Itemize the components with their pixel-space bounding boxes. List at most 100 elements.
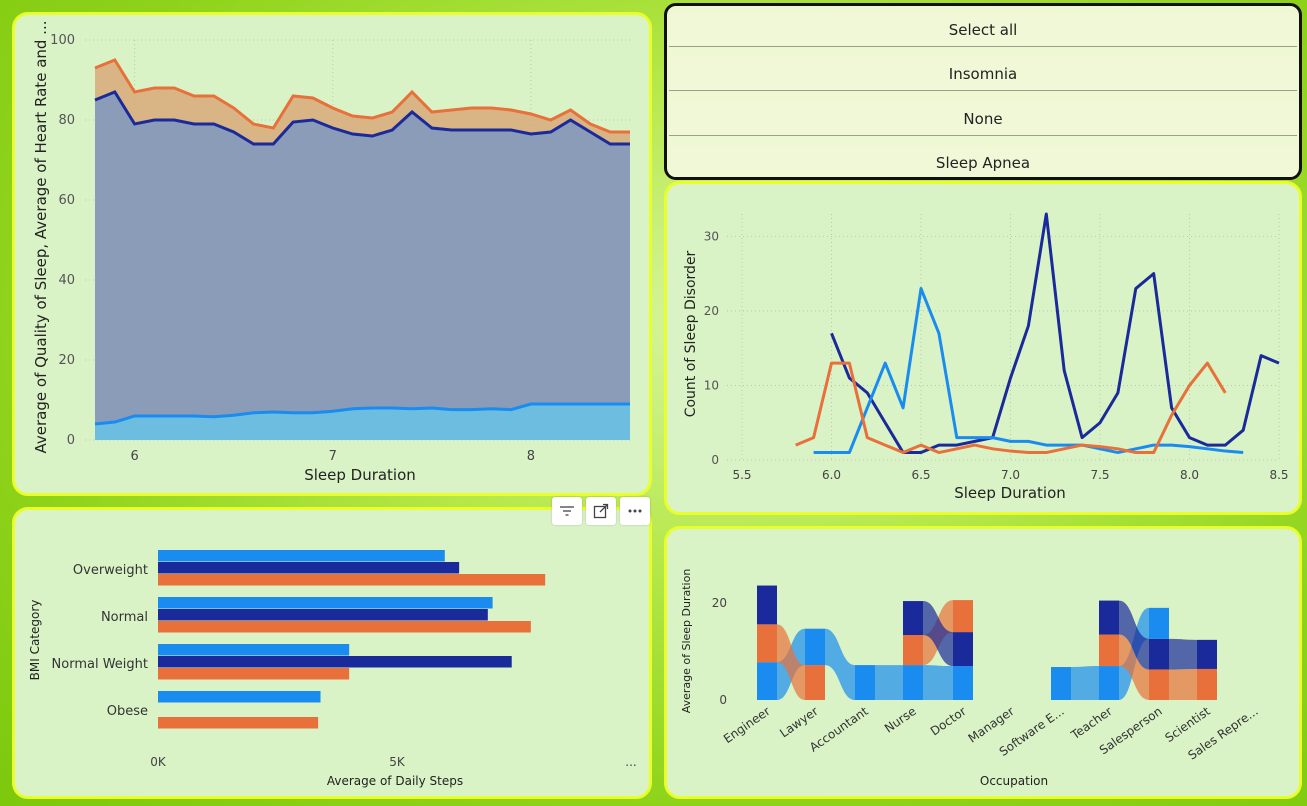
y-tick-label: 80: [58, 113, 75, 128]
focus-mode-icon: [593, 503, 609, 519]
category-label: Lawyer: [777, 704, 821, 740]
x-tick-label: 7.0: [1001, 468, 1020, 482]
ribbon-column-segment: [805, 665, 825, 700]
y-tick-label: 10: [704, 378, 719, 392]
ribbon-column-segment: [1099, 666, 1119, 700]
ribbon-column-segment: [1099, 600, 1119, 635]
category-label: Doctor: [928, 704, 969, 739]
ribbon: [1071, 666, 1099, 700]
x-axis-title: Occupation: [980, 774, 1048, 788]
x-tick-label: 6: [130, 449, 138, 464]
ribbon-column-segment: [757, 585, 777, 625]
ribbon-column-segment: [953, 666, 973, 700]
bar: [158, 550, 445, 562]
ribbon: [875, 665, 903, 700]
category-label: Engineer: [721, 704, 773, 746]
y-axis-title: Average of Sleep Duration: [680, 569, 693, 714]
y-tick-label: 0: [719, 693, 727, 707]
line-series-blue: [813, 287, 1244, 455]
category-label: Normal Weight: [52, 657, 148, 672]
y-tick-label: 60: [58, 193, 75, 208]
x-tick-label: 5.5: [732, 468, 751, 482]
ribbon-column-segment: [1197, 668, 1217, 700]
y-tick-label: 20: [704, 304, 719, 318]
ribbon-column-segment: [1051, 667, 1071, 700]
y-tick-label: 0: [711, 453, 719, 467]
x-axis-title: Sleep Duration: [954, 484, 1066, 502]
x-tick-label: 6.0: [822, 468, 841, 482]
bar: [158, 562, 460, 574]
y-tick-label: 20: [58, 353, 75, 368]
bar: [158, 621, 531, 633]
ribbon-column-segment: [855, 665, 875, 700]
filter-icon: [560, 506, 574, 516]
ribbon-column-segment: [903, 635, 923, 666]
y-axis-title: BMI Category: [28, 600, 42, 681]
area-chart: 100 80 60 40 20 0 6 7 8 Sleep Duration Average of …: [32, 21, 630, 484]
x-tick-label: 0K: [150, 755, 167, 769]
slicer-item-select-all[interactable]: Select all: [669, 13, 1297, 47]
ribbon: [1169, 668, 1197, 700]
ribbon-chart: 200Engineer LawyerAccountant Nurse DoctorMa…: [680, 569, 1261, 788]
ribbon-column-segment: [1149, 638, 1169, 670]
category-label: Normal: [101, 610, 148, 625]
bar: [158, 656, 512, 668]
y-tick-label: 30: [704, 229, 719, 243]
bar: [158, 691, 321, 703]
x-tick-label: 5K: [389, 755, 406, 769]
area-chart-panel[interactable]: 100 80 60 40 20 0 6 7 8 Sleep Duration Average of …: [12, 12, 652, 496]
bar: [158, 609, 488, 621]
ribbon-column-segment: [1099, 634, 1119, 667]
slicer-item-label: None: [963, 109, 1003, 128]
slicer-item-label: Sleep Apnea: [935, 154, 1031, 172]
bar: [158, 597, 493, 609]
slicer-item-none[interactable]: None: [669, 102, 1297, 136]
x-tick-label: 8: [527, 449, 535, 464]
x-tick-label: 7: [329, 449, 337, 464]
y-axis-title: Average of Quality of Sleep, Average of …: [32, 21, 50, 454]
bar-chart-panel[interactable]: Overweight Normal Normal Weight Obese 0K 5K..…: [12, 507, 652, 799]
category-label: Overweight: [73, 563, 148, 578]
bar: [158, 574, 546, 586]
y-tick-label: 100: [50, 33, 75, 48]
area-band-navy: [95, 92, 630, 424]
x-tick-label: 7.5: [1090, 468, 1109, 482]
slicer-item-label: Insomnia: [948, 64, 1018, 83]
y-tick-label: 40: [58, 273, 75, 288]
x-tick-label: 6.5: [911, 468, 930, 482]
ribbon-column-segment: [953, 600, 973, 633]
bar: [158, 717, 319, 729]
slicer-item-insomnia[interactable]: Insomnia: [669, 57, 1297, 91]
ribbon-column-segment: [903, 665, 923, 700]
line-chart-panel[interactable]: 30 20 10 0 5.5 6.0 6.5 7.0 7.5 8.0 8.5 Sleep Durati…: [664, 181, 1302, 515]
sleep-disorder-slicer[interactable]: Select all Insomnia None Sleep Apnea: [664, 3, 1302, 180]
bar: [158, 668, 350, 680]
ribbon: [825, 628, 855, 700]
ribbon: [1169, 638, 1197, 670]
bar: [158, 644, 350, 656]
category-label: Teacher: [1068, 704, 1115, 743]
ribbon-column-segment: [953, 632, 973, 667]
more-options-button[interactable]: [620, 497, 650, 525]
x-tick-label: ...: [625, 755, 636, 769]
ribbon-column-segment: [757, 662, 777, 700]
ribbon-column-segment: [805, 628, 825, 666]
y-axis-title: Count of Sleep Disorder: [683, 250, 699, 417]
x-axis-title: Sleep Duration: [304, 466, 416, 484]
ribbon-column-segment: [1149, 607, 1169, 639]
category-label: Obese: [107, 704, 148, 719]
focus-mode-button[interactable]: [586, 497, 616, 525]
y-tick-label: 0: [67, 433, 75, 448]
filter-button[interactable]: [552, 497, 582, 525]
line-series-navy: [830, 212, 1280, 455]
y-tick-label: 20: [712, 596, 727, 610]
bar-chart: Overweight Normal Normal Weight Obese 0K 5K..…: [28, 550, 637, 788]
ribbon-column-segment: [757, 624, 777, 663]
x-axis-title: Average of Daily Steps: [327, 774, 463, 788]
ribbon-column-segment: [1197, 639, 1217, 669]
ribbon-chart-panel[interactable]: 20 0 Engineer Lawyer Accountant Nurse Doctor Ma…: [664, 526, 1302, 799]
category-label: Nurse: [882, 704, 919, 736]
slicer-item-sleep-apnea[interactable]: Sleep Apnea: [669, 146, 1297, 177]
more-options-icon: [628, 509, 642, 513]
ribbon-column-segment: [903, 601, 923, 636]
